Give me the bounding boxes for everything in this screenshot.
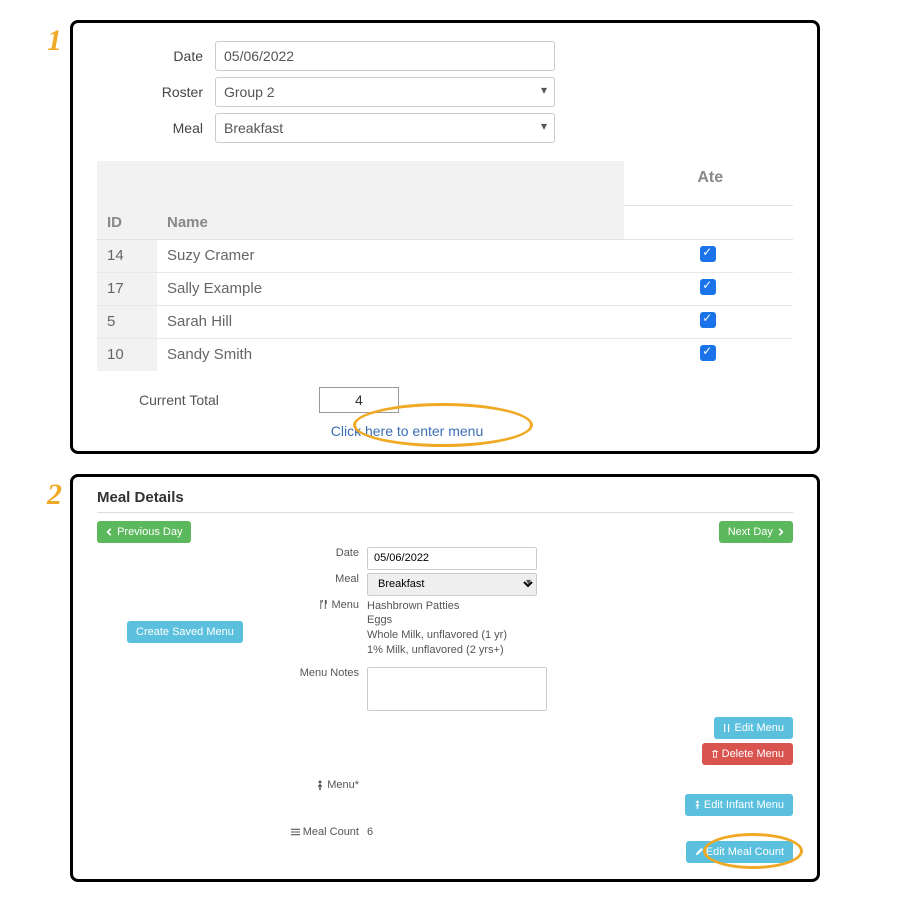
- menu-item: Whole Milk, unflavored (1 yr): [367, 628, 793, 643]
- table-row: 10 Sandy Smith: [97, 338, 793, 371]
- arrow-left-icon: [106, 528, 114, 536]
- row-id: 5: [97, 305, 157, 338]
- edit-meal-count-button[interactable]: Edit Meal Count: [686, 841, 793, 863]
- menu-item: 1% Milk, unflavored (2 yrs+): [367, 643, 793, 658]
- roster-select[interactable]: Group 2: [215, 77, 555, 107]
- list-icon: [291, 828, 300, 836]
- trash-icon: [711, 750, 719, 758]
- current-total-value: 4: [319, 387, 399, 413]
- previous-day-label: Previous Day: [117, 526, 182, 538]
- col-ate: Ate: [624, 161, 793, 206]
- meal-select[interactable]: Breakfast: [215, 113, 555, 143]
- ate-checkbox[interactable]: [700, 246, 716, 262]
- menu-notes-textarea[interactable]: [367, 667, 547, 711]
- row-name: Sarah Hill: [157, 305, 624, 338]
- meal-label: Meal: [125, 120, 215, 136]
- cutlery-icon: [319, 600, 328, 609]
- row-id: 17: [97, 272, 157, 305]
- meal-count-label: Meal Count: [303, 826, 359, 838]
- meal-label-2: Meal: [97, 573, 367, 585]
- previous-day-button[interactable]: Previous Day: [97, 521, 191, 543]
- table-row: 14 Suzy Cramer: [97, 239, 793, 272]
- enter-menu-link[interactable]: Click here to enter menu: [257, 423, 557, 439]
- row-name: Sandy Smith: [157, 338, 624, 371]
- col-id: ID: [97, 206, 157, 240]
- ate-checkbox[interactable]: [700, 312, 716, 328]
- meal-details-title: Meal Details: [97, 489, 793, 513]
- pencil-icon: [695, 848, 703, 856]
- row-name: Suzy Cramer: [157, 239, 624, 272]
- infant-icon: [316, 780, 324, 790]
- menu-label: Menu: [331, 599, 359, 611]
- menu-item: Hashbrown Patties: [367, 599, 793, 614]
- menu-list: Hashbrown Patties Eggs Whole Milk, unfla…: [367, 599, 793, 658]
- roster-table: Ate ID Name 14 Suzy Cramer 17 Sally Exam…: [97, 161, 793, 371]
- next-day-button[interactable]: Next Day: [719, 521, 793, 543]
- cutlery-icon: [723, 724, 731, 732]
- menu-item: Eggs: [367, 613, 793, 628]
- current-total-label: Current Total: [139, 392, 219, 408]
- roster-panel: Date Roster Group 2 Meal Breakfast: [70, 20, 820, 454]
- row-id: 10: [97, 338, 157, 371]
- date-input-2[interactable]: [367, 547, 537, 570]
- ate-checkbox[interactable]: [700, 345, 716, 361]
- menu-notes-label: Menu Notes: [97, 667, 367, 679]
- step-number-1: 1: [30, 20, 70, 58]
- infant-icon: [694, 800, 701, 809]
- date-label: Date: [125, 48, 215, 64]
- row-id: 14: [97, 239, 157, 272]
- infant-menu-label: Menu*: [327, 779, 359, 791]
- create-saved-menu-button[interactable]: Create Saved Menu: [127, 621, 243, 643]
- date-label-2: Date: [97, 547, 367, 559]
- col-name: Name: [157, 206, 624, 240]
- meal-details-panel: Meal Details Previous Day Next Day Date: [70, 474, 820, 882]
- roster-label: Roster: [125, 84, 215, 100]
- arrow-right-icon: [776, 528, 784, 536]
- delete-menu-button[interactable]: Delete Menu: [702, 743, 793, 765]
- step-number-2: 2: [30, 474, 70, 512]
- table-row: 5 Sarah Hill: [97, 305, 793, 338]
- date-input[interactable]: [215, 41, 555, 71]
- ate-checkbox[interactable]: [700, 279, 716, 295]
- edit-menu-button[interactable]: Edit Menu: [714, 717, 793, 739]
- row-name: Sally Example: [157, 272, 624, 305]
- meal-select-2[interactable]: Breakfast: [367, 573, 537, 596]
- table-row: 17 Sally Example: [97, 272, 793, 305]
- next-day-label: Next Day: [728, 526, 773, 538]
- meal-count-value: 6: [367, 826, 793, 838]
- edit-infant-menu-button[interactable]: Edit Infant Menu: [685, 794, 793, 816]
